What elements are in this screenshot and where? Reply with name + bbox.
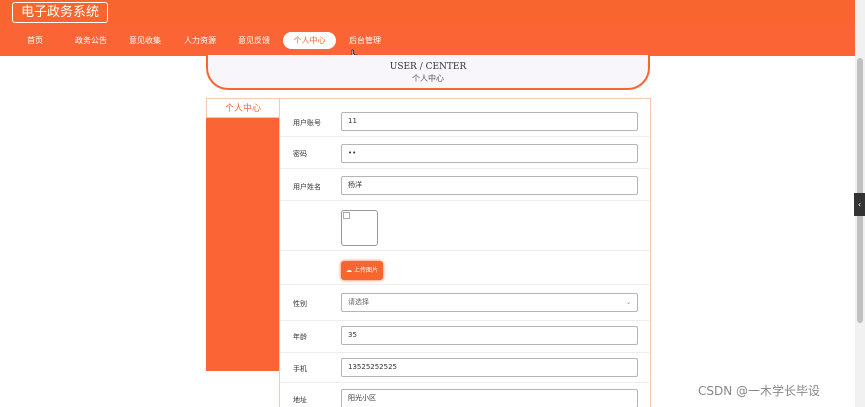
password-input[interactable]: •• bbox=[341, 144, 638, 163]
page-title-cn: 个人中心 bbox=[412, 74, 444, 83]
address-label: 地址 bbox=[293, 396, 307, 404]
main-nav: 首页 政务公告 意见收集 人力资源 意见反馈 个人中心 后台管理 bbox=[0, 25, 855, 56]
nav-item-human-resources[interactable]: 人力资源 bbox=[179, 32, 221, 49]
upload-image-button[interactable]: ☁ 上传图片 bbox=[341, 261, 383, 280]
form-row-avatar bbox=[280, 201, 650, 251]
broken-image-icon bbox=[343, 212, 350, 219]
profile-form: 用户账号 11 密码 •• 用户姓名 杨洋 ☁ 上传图片 性别 请选择 ⌄ 年龄… bbox=[279, 98, 651, 407]
phone-label: 手机 bbox=[293, 365, 307, 373]
address-input[interactable]: 阳光小区 bbox=[341, 389, 638, 407]
nav-item-personal-center[interactable]: 个人中心 bbox=[283, 32, 336, 49]
gender-select[interactable]: 请选择 ⌄ bbox=[341, 293, 638, 312]
form-row-age: 年龄 35 bbox=[280, 321, 650, 353]
scrollbar-thumb[interactable] bbox=[857, 58, 863, 323]
nav-item-admin[interactable]: 后台管理 bbox=[344, 32, 386, 49]
page-header-box: USER / CENTER 个人中心 bbox=[206, 55, 650, 90]
form-row-name: 用户姓名 杨洋 bbox=[280, 169, 650, 201]
sidebar-item-personal-center[interactable]: 个人中心 bbox=[206, 98, 279, 118]
cloud-upload-icon: ☁ bbox=[346, 267, 353, 274]
age-label: 年龄 bbox=[293, 333, 307, 341]
name-label: 用户姓名 bbox=[293, 183, 321, 191]
form-row-gender: 性别 请选择 ⌄ bbox=[280, 285, 650, 321]
chevron-left-icon[interactable]: ‹ bbox=[854, 193, 865, 216]
gender-select-value: 请选择 bbox=[348, 298, 369, 306]
app-title: 电子政务系统 bbox=[12, 2, 109, 23]
password-label: 密码 bbox=[293, 150, 307, 158]
form-row-address: 地址 阳光小区 bbox=[280, 383, 650, 407]
chevron-down-icon: ⌄ bbox=[625, 299, 631, 306]
avatar-image bbox=[341, 210, 378, 246]
account-label: 用户账号 bbox=[293, 119, 321, 127]
page-title-en: USER / CENTER bbox=[389, 62, 467, 72]
form-row-account: 用户账号 11 bbox=[280, 107, 650, 137]
form-row-phone: 手机 13525252525 bbox=[280, 353, 650, 383]
nav-item-feedback[interactable]: 意见反馈 bbox=[233, 32, 275, 49]
sidebar-panel: 个人中心 bbox=[206, 98, 279, 371]
account-input[interactable]: 11 bbox=[341, 112, 638, 131]
phone-input[interactable]: 13525252525 bbox=[341, 358, 638, 377]
nav-item-home[interactable]: 首页 bbox=[18, 32, 52, 49]
age-input[interactable]: 35 bbox=[341, 326, 638, 345]
name-input[interactable]: 杨洋 bbox=[341, 176, 638, 195]
form-row-password: 密码 •• bbox=[280, 137, 650, 169]
nav-item-announcements[interactable]: 政务公告 bbox=[70, 32, 112, 49]
watermark-text: CSDN @一木学长毕设 bbox=[698, 384, 821, 398]
gender-label: 性别 bbox=[293, 300, 307, 308]
nav-item-opinion-collection[interactable]: 意见收集 bbox=[124, 32, 166, 49]
top-header-bar: 电子政务系统 bbox=[0, 0, 855, 25]
upload-button-label: 上传图片 bbox=[353, 267, 378, 274]
form-row-upload bbox=[280, 251, 650, 285]
